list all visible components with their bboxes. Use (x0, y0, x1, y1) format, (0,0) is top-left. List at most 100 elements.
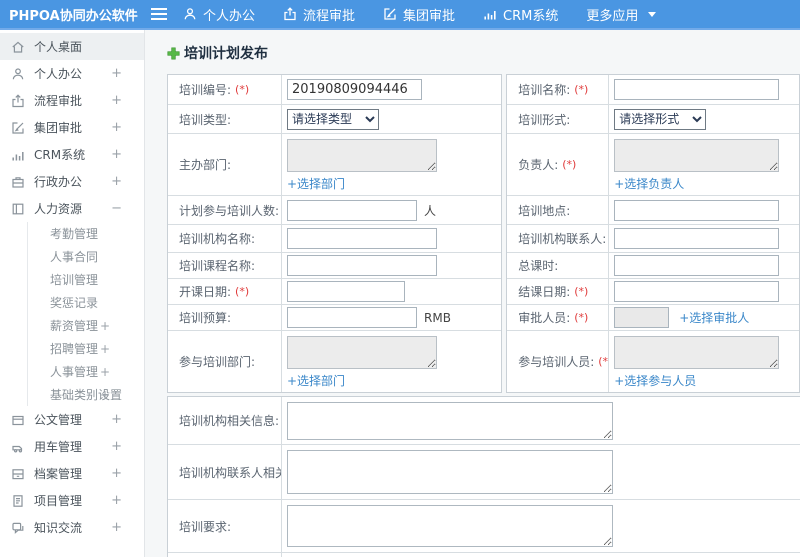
training-no-input[interactable] (287, 79, 422, 100)
form-row: 培训预算: RMB (168, 305, 502, 331)
expand-sign: + (99, 341, 110, 356)
org-contact-info-textarea[interactable] (287, 450, 613, 494)
form-row: 结课日期: (*) (507, 279, 799, 305)
sidebar-item-knowledge[interactable]: 知识交流 + (0, 514, 144, 541)
sidebar-item-label: 个人桌面 (34, 40, 83, 54)
form-row: 培训名称: (*) (507, 75, 799, 105)
page-title: 培训计划发布 (167, 43, 800, 63)
currency-label: RMB (424, 310, 451, 325)
chart-icon (11, 148, 25, 162)
sidebar-item-label: 行政办公 (34, 175, 83, 189)
budget-input[interactable] (287, 307, 417, 328)
field-label: 计划参与培训人数: (179, 203, 280, 218)
form-row: 负责人: (*) +选择负责人 (507, 134, 799, 196)
approver-input[interactable] (614, 307, 670, 328)
leader-textarea[interactable] (614, 139, 780, 172)
form-row: 总课时: (507, 253, 799, 279)
nav-personal-office[interactable]: 个人办公 (183, 5, 255, 24)
sidebar-subitem-salary[interactable]: 薪资管理 + (28, 314, 144, 337)
sidebar-item-vehicle[interactable]: 用车管理 + (0, 433, 144, 460)
training-type-select[interactable]: 请选择类型 (287, 108, 379, 130)
end-date-input[interactable] (614, 281, 780, 302)
sidebar-subitem-attendance[interactable]: 考勤管理 (28, 222, 144, 245)
hamburger-menu-icon[interactable] (151, 5, 167, 23)
nav-group-approval[interactable]: 集团审批 (383, 5, 455, 24)
select-participants-link[interactable]: +选择参与人员 (614, 372, 696, 389)
sidebar-item-hr[interactable]: 人力资源 − (0, 195, 144, 222)
select-approver-link[interactable]: +选择审批人 (679, 309, 749, 326)
sidebar-item-group-approval[interactable]: 集团审批 + (0, 114, 144, 141)
car-icon (11, 440, 25, 454)
briefcase-icon (11, 175, 25, 189)
nav-more-apps[interactable]: 更多应用 (586, 5, 657, 24)
host-dept-textarea[interactable] (287, 139, 437, 172)
sidebar-item-personal-desktop[interactable]: 个人桌面 (0, 33, 144, 60)
course-name-input[interactable] (287, 255, 437, 276)
org-info-textarea[interactable] (287, 401, 613, 440)
sidebar-item-label: 奖惩记录 (50, 296, 99, 310)
expand-sign: + (111, 439, 122, 454)
expand-sign: + (99, 318, 110, 333)
training-requirements-textarea[interactable] (287, 505, 613, 547)
nav-crm-system[interactable]: CRM系统 (483, 5, 558, 24)
form-row: 培训机构联系人相关信息: (168, 445, 800, 500)
main-content: 培训计划发布 培训编号:(*) 培训类型: 请选择类型 主办部门: +选择部门 (145, 30, 800, 557)
form-row: 开课日期: (*) (168, 279, 502, 305)
sidebar-item-personal-office[interactable]: 个人办公 + (0, 60, 144, 87)
sidebar-subitem-base-category[interactable]: 基础类别设置 + (28, 383, 144, 406)
planned-participants-input[interactable] (287, 199, 417, 221)
caret-down-icon (648, 11, 657, 17)
training-form-select[interactable]: 请选择形式 (614, 108, 707, 130)
field-label: 审批人员: (518, 311, 571, 325)
sidebar-subitem-personnel[interactable]: 人事管理 + (28, 360, 144, 383)
start-date-input[interactable] (287, 281, 405, 302)
field-label: 主办部门: (179, 158, 232, 172)
select-dept-link[interactable]: +选择部门 (287, 175, 345, 192)
form-row: 培训地点: (507, 196, 799, 225)
field-label: 参与培训人员: (518, 355, 595, 369)
sidebar-item-admin-office[interactable]: 行政办公 + (0, 168, 144, 195)
form-row: 计划参与培训人数:(*) 人 (168, 196, 502, 225)
required-mark: (*) (574, 285, 589, 298)
expand-sign: + (111, 520, 122, 535)
participants-textarea[interactable] (614, 336, 780, 369)
unit-label: 人 (424, 203, 437, 218)
form-row: 培训形式: 请选择形式 (507, 105, 799, 134)
sidebar-item-documents[interactable]: 公文管理 + (0, 406, 144, 433)
topbar-nav: 个人办公 流程审批 集团审批 CRM系统 更多应用 (183, 5, 657, 24)
nav-workflow-approval[interactable]: 流程审批 (283, 5, 355, 24)
sidebar-item-archives[interactable]: 档案管理 + (0, 460, 144, 487)
sidebar-subitem-recruitment[interactable]: 招聘管理 + (28, 337, 144, 360)
sidebar-item-label: 项目管理 (34, 494, 83, 508)
required-mark: (*) (574, 83, 589, 96)
form-row: 培训机构联系人: (507, 225, 799, 253)
field-label: 培训预算: (179, 311, 232, 325)
form-row: 培训要求: (168, 500, 800, 553)
sidebar: 个人桌面 个人办公 + 流程审批 + 集团审批 + CRM系统 + 行政办公 +… (0, 30, 145, 557)
field-label: 培训地点: (518, 203, 571, 218)
training-location-input[interactable] (614, 199, 780, 221)
form-row: 培训机构相关信息: (168, 397, 800, 445)
total-hours-input[interactable] (614, 255, 780, 276)
sidebar-item-label: 个人办公 (34, 67, 83, 81)
field-label: 开课日期: (179, 285, 232, 299)
sidebar-item-label: 考勤管理 (50, 227, 99, 241)
org-contact-input[interactable] (614, 228, 780, 249)
sidebar-subitem-reward-punishment[interactable]: 奖惩记录 (28, 291, 144, 314)
sidebar-item-label: 人事管理 (50, 365, 99, 379)
sidebar-item-projects[interactable]: 项目管理 + (0, 487, 144, 514)
nav-label: 集团审批 (403, 8, 456, 24)
form-table-bottom: 培训机构相关信息: 培训机构联系人相关信息: 培训要求: 附件文档: +附件上传 (167, 396, 800, 557)
participate-dept-textarea[interactable] (287, 336, 437, 369)
select-leader-link[interactable]: +选择负责人 (614, 175, 684, 192)
required-mark: (*) (598, 355, 609, 368)
training-name-input[interactable] (614, 79, 780, 100)
expand-sign: + (99, 364, 110, 379)
org-name-input[interactable] (287, 228, 437, 249)
sidebar-item-workflow-approval[interactable]: 流程审批 + (0, 87, 144, 114)
sidebar-item-crm[interactable]: CRM系统 + (0, 141, 144, 168)
sidebar-subitem-hr-contract[interactable]: 人事合同 (28, 245, 144, 268)
sidebar-item-label: 集团审批 (34, 121, 83, 135)
select-dept-link[interactable]: +选择部门 (287, 372, 345, 389)
sidebar-subitem-training-mgmt[interactable]: 培训管理 (28, 268, 144, 291)
